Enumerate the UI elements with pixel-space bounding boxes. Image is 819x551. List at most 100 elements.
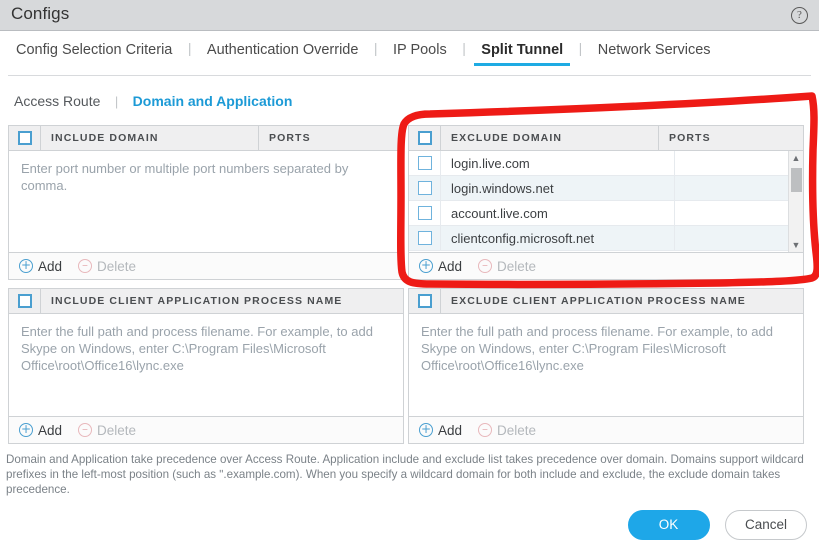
include-domain-placeholder: Enter port number or multiple port numbe… xyxy=(21,160,391,194)
row-select-cell[interactable] xyxy=(409,151,441,175)
cancel-button[interactable]: Cancel xyxy=(725,510,807,540)
tab-separator: | xyxy=(374,40,378,56)
tab-separator: | xyxy=(579,40,583,56)
include-application-add-label: Add xyxy=(38,423,62,438)
minus-circle-icon: – xyxy=(478,423,492,437)
caret-down-icon[interactable]: ▼ xyxy=(789,238,803,252)
include-domain-header: INCLUDE DOMAIN PORTS xyxy=(9,126,403,151)
checkbox-icon[interactable] xyxy=(418,131,432,145)
exclude-domain-header: EXCLUDE DOMAIN PORTS xyxy=(409,126,803,151)
include-application-select-all-cell[interactable] xyxy=(9,289,41,313)
include-application-empty-body[interactable]: Enter the full path and process filename… xyxy=(9,314,403,383)
exclude-domain-rows: login.live.com login.windows.net account… xyxy=(409,151,803,252)
tab-config-selection-criteria[interactable]: Config Selection Criteria xyxy=(14,42,174,66)
exclude-domain-scrollbar[interactable]: ▲ ▼ xyxy=(788,151,803,252)
exclude-domain-select-all-cell[interactable] xyxy=(409,126,441,150)
exclude-domain-ports-value xyxy=(674,176,803,200)
include-application-actionbar: + Add – Delete xyxy=(9,416,403,443)
tab-split-tunnel[interactable]: Split Tunnel xyxy=(479,42,565,66)
minus-circle-icon: – xyxy=(478,259,492,273)
include-application-column-header: INCLUDE CLIENT APPLICATION PROCESS NAME xyxy=(41,295,403,307)
minus-circle-icon: – xyxy=(78,423,92,437)
footer-note: Domain and Application take precedence o… xyxy=(6,452,812,497)
checkbox-icon[interactable] xyxy=(418,294,432,308)
dialog-button-row: OK Cancel xyxy=(628,510,807,540)
exclude-domain-delete-button[interactable]: – Delete xyxy=(478,259,536,274)
exclude-domain-value: clientconfig.microsoft.net xyxy=(441,226,674,250)
exclude-domain-ports-value xyxy=(674,201,803,225)
include-domain-delete-button[interactable]: – Delete xyxy=(78,259,136,274)
plus-circle-icon: + xyxy=(419,423,433,437)
include-application-delete-label: Delete xyxy=(97,423,136,438)
table-row[interactable]: login.windows.net xyxy=(409,176,803,201)
include-application-panel: INCLUDE CLIENT APPLICATION PROCESS NAME … xyxy=(8,288,404,444)
checkbox-icon[interactable] xyxy=(18,294,32,308)
exclude-domain-value: login.live.com xyxy=(441,151,674,175)
tab-separator: | xyxy=(462,40,466,56)
configs-dialog: Configs ? Config Selection Criteria | Au… xyxy=(0,0,819,551)
exclude-application-empty-body[interactable]: Enter the full path and process filename… xyxy=(409,314,803,383)
exclude-application-delete-button[interactable]: – Delete xyxy=(478,423,536,438)
exclude-domain-delete-label: Delete xyxy=(497,259,536,274)
table-row[interactable]: clientconfig.microsoft.net xyxy=(409,226,803,251)
exclude-domain-ports-value xyxy=(674,151,803,175)
checkbox-icon[interactable] xyxy=(418,231,432,245)
exclude-application-add-label: Add xyxy=(438,423,462,438)
main-tabbar: Config Selection Criteria | Authenticati… xyxy=(0,40,819,76)
minus-circle-icon: – xyxy=(78,259,92,273)
include-domain-add-label: Add xyxy=(38,259,62,274)
tab-separator: | xyxy=(188,40,192,56)
exclude-application-column-header: EXCLUDE CLIENT APPLICATION PROCESS NAME xyxy=(441,295,803,307)
include-domain-add-button[interactable]: + Add xyxy=(19,259,62,274)
caret-up-icon[interactable]: ▲ xyxy=(789,151,803,165)
row-select-cell[interactable] xyxy=(409,201,441,225)
subtab-access-route[interactable]: Access Route xyxy=(14,93,100,109)
include-application-header: INCLUDE CLIENT APPLICATION PROCESS NAME xyxy=(9,289,403,314)
tab-network-services[interactable]: Network Services xyxy=(596,42,713,66)
dialog-title: Configs xyxy=(11,4,69,24)
checkbox-icon[interactable] xyxy=(418,181,432,195)
exclude-application-delete-label: Delete xyxy=(497,423,536,438)
scrollbar-thumb[interactable] xyxy=(791,168,802,192)
exclude-domain-value: account.live.com xyxy=(441,201,674,225)
checkbox-icon[interactable] xyxy=(418,156,432,170)
plus-circle-icon: + xyxy=(19,259,33,273)
exclude-domain-ports-column-header: PORTS xyxy=(658,126,803,150)
include-domain-empty-body[interactable]: Enter port number or multiple port numbe… xyxy=(9,151,403,203)
subtab-domain-and-application[interactable]: Domain and Application xyxy=(133,93,293,109)
plus-circle-icon: + xyxy=(419,259,433,273)
table-row[interactable]: account.live.com xyxy=(409,201,803,226)
exclude-domain-ports-value xyxy=(674,226,803,250)
row-select-cell[interactable] xyxy=(409,176,441,200)
exclude-application-add-button[interactable]: + Add xyxy=(419,423,462,438)
exclude-application-header: EXCLUDE CLIENT APPLICATION PROCESS NAME xyxy=(409,289,803,314)
checkbox-icon[interactable] xyxy=(418,206,432,220)
exclude-application-select-all-cell[interactable] xyxy=(409,289,441,313)
exclude-domain-value: login.windows.net xyxy=(441,176,674,200)
tab-authentication-override[interactable]: Authentication Override xyxy=(205,42,361,66)
exclude-application-placeholder: Enter the full path and process filename… xyxy=(421,323,791,374)
subtab-separator: | xyxy=(115,94,118,109)
tabbar-divider xyxy=(8,75,811,76)
include-application-add-button[interactable]: + Add xyxy=(19,423,62,438)
sub-tabbar: Access Route | Domain and Application xyxy=(14,93,292,111)
ok-button[interactable]: OK xyxy=(628,510,710,540)
include-domain-select-all-cell[interactable] xyxy=(9,126,41,150)
include-domain-panel: INCLUDE DOMAIN PORTS Enter port number o… xyxy=(8,125,404,280)
include-domain-delete-label: Delete xyxy=(97,259,136,274)
table-row[interactable]: login.live.com xyxy=(409,151,803,176)
include-domain-actionbar: + Add – Delete xyxy=(9,252,403,279)
exclude-domain-column-header: EXCLUDE DOMAIN xyxy=(441,132,658,144)
plus-circle-icon: + xyxy=(19,423,33,437)
exclude-domain-add-label: Add xyxy=(438,259,462,274)
include-application-delete-button[interactable]: – Delete xyxy=(78,423,136,438)
include-application-placeholder: Enter the full path and process filename… xyxy=(21,323,391,374)
exclude-domain-add-button[interactable]: + Add xyxy=(419,259,462,274)
exclude-domain-panel: EXCLUDE DOMAIN PORTS login.live.com logi… xyxy=(408,125,804,280)
row-select-cell[interactable] xyxy=(409,226,441,250)
help-circle-icon[interactable]: ? xyxy=(791,7,808,24)
dialog-titlebar: Configs ? xyxy=(0,0,819,31)
checkbox-icon[interactable] xyxy=(18,131,32,145)
exclude-application-panel: EXCLUDE CLIENT APPLICATION PROCESS NAME … xyxy=(408,288,804,444)
tab-ip-pools[interactable]: IP Pools xyxy=(391,42,449,66)
